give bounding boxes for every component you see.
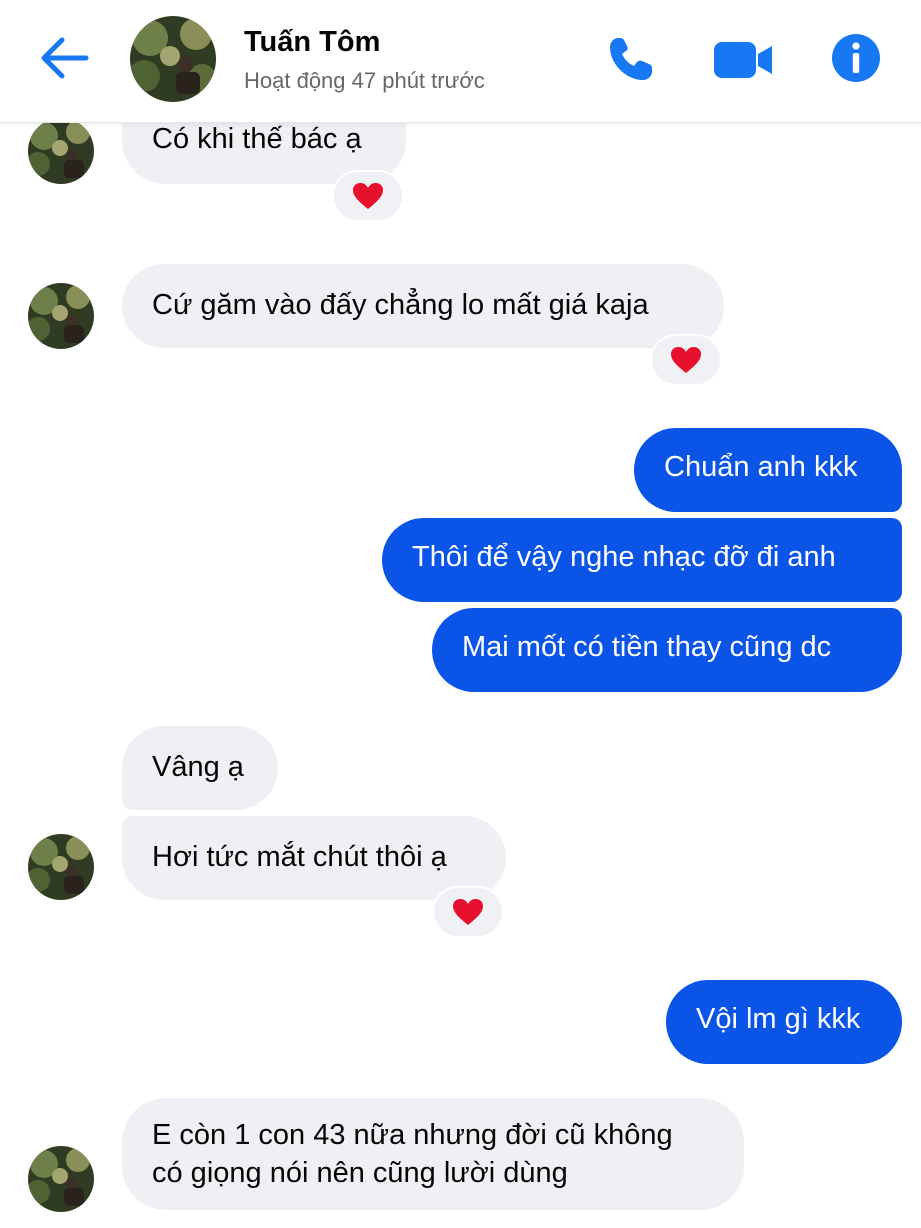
contact-avatar[interactable] [130, 16, 216, 102]
reaction-badge[interactable] [650, 334, 722, 386]
message-text-line: có giọng nói nên cũng lười dùng [152, 1157, 568, 1189]
message-text: Có khi thế bác ạ [152, 123, 362, 155]
chat-screen: Tuấn Tôm Hoạt động 47 phút trước Có khi … [0, 0, 921, 1228]
outgoing-message[interactable]: Vội lm gì kkk [666, 980, 902, 1064]
heart-icon [671, 347, 701, 373]
incoming-message[interactable]: Vâng ạ [122, 726, 278, 810]
message-text: Cứ găm vào đấy chẳng lo mất giá kaja [152, 289, 649, 321]
message-text: Chuẩn anh kkk [664, 451, 858, 483]
reaction-badge[interactable] [332, 170, 404, 222]
contact-avatar-small[interactable] [28, 118, 94, 184]
contact-avatar-small[interactable] [28, 834, 94, 900]
message-text: Vội lm gì kkk [696, 1003, 861, 1035]
message-text-line: E còn 1 con 43 nữa nhưng đời cũ không [152, 1119, 673, 1151]
incoming-message[interactable]: Cứ găm vào đấy chẳng lo mất giá kaja [122, 264, 724, 348]
outgoing-message[interactable]: Thôi để vậy nghe nhạc đỡ đi anh [382, 518, 902, 602]
heart-icon [453, 899, 483, 925]
back-arrow-icon[interactable] [38, 34, 90, 82]
heart-icon [353, 183, 383, 209]
contact-name: Tuấn Tôm [244, 26, 381, 58]
reaction-badge[interactable] [432, 886, 504, 938]
message-text: Mai mốt có tiền thay cũng dc [462, 631, 832, 663]
info-icon[interactable] [830, 32, 882, 84]
message-text: Hơi tức mắt chút thôi ạ [152, 841, 447, 873]
incoming-message[interactable]: E còn 1 con 43 nữa nhưng đời cũ không có… [122, 1098, 744, 1210]
outgoing-message[interactable]: Chuẩn anh kkk [634, 428, 902, 512]
message-text: Vâng ạ [152, 751, 244, 783]
active-status: Hoạt động 47 phút trước [244, 68, 485, 93]
chat-header: Tuấn Tôm Hoạt động 47 phút trước [0, 0, 921, 123]
outgoing-message[interactable]: Mai mốt có tiền thay cũng dc [432, 608, 902, 692]
video-camera-icon[interactable] [712, 38, 774, 82]
phone-icon[interactable] [604, 34, 656, 86]
contact-avatar-small[interactable] [28, 1146, 94, 1212]
message-text: Thôi để vậy nghe nhạc đỡ đi anh [412, 541, 836, 573]
contact-avatar-small[interactable] [28, 283, 94, 349]
